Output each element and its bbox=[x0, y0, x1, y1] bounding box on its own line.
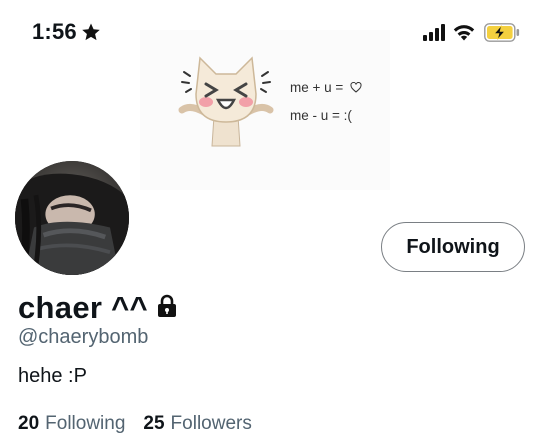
avatar[interactable] bbox=[12, 158, 132, 278]
followers-count: 25 bbox=[143, 413, 165, 434]
following-count: 20 bbox=[18, 413, 40, 434]
header-banner[interactable]: me + u = me - u = :( bbox=[140, 30, 390, 190]
banner-text: me + u = bbox=[290, 80, 344, 95]
following-stat[interactable]: 20 Following bbox=[18, 413, 125, 435]
following-button[interactable]: Following bbox=[381, 222, 525, 272]
display-name-row: chaer ^^ bbox=[18, 288, 178, 328]
avatar-photo bbox=[15, 161, 129, 275]
profile-stats: 20 Following 25 Followers bbox=[18, 413, 252, 435]
battery-charging-icon bbox=[484, 23, 520, 42]
star-icon bbox=[82, 23, 100, 41]
signal-icon bbox=[423, 24, 445, 41]
followers-stat[interactable]: 25 Followers bbox=[143, 413, 251, 435]
wifi-icon bbox=[453, 25, 475, 41]
profile-screen: 1:56 me + u = me - u =:(Following chae… bbox=[0, 0, 540, 444]
status-time: 1:56 bbox=[32, 19, 77, 44]
followers-label: Followers bbox=[170, 413, 252, 434]
heart-icon bbox=[350, 82, 362, 93]
banner-text-line-2: me - u = :( bbox=[290, 108, 352, 123]
lock-icon bbox=[157, 294, 176, 317]
handle: @chaerybomb bbox=[18, 326, 149, 348]
following-label: Following bbox=[45, 413, 126, 434]
cat-icon bbox=[178, 56, 274, 147]
bio: hehe :P bbox=[18, 365, 87, 387]
display-name: chaer ^^ bbox=[18, 290, 148, 325]
banner-text-line-1: me + u = bbox=[290, 80, 362, 95]
